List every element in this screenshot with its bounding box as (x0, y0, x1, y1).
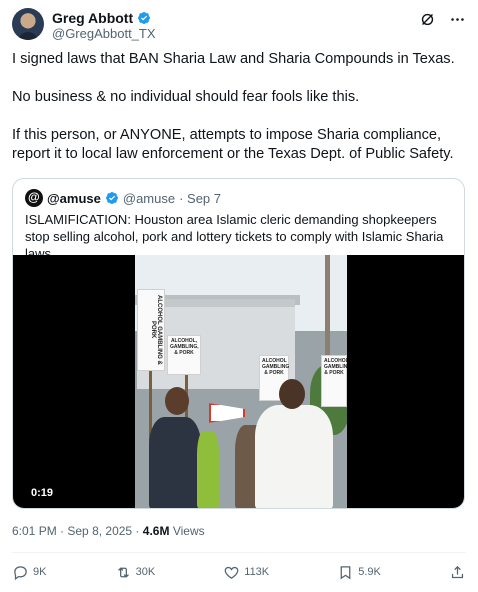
tweet-paragraph: If this person, or ANYONE, attempts to i… (12, 127, 454, 162)
reply-icon (14, 565, 27, 580)
like-count: 113K (244, 566, 270, 578)
video-timecode: 0:19 (31, 487, 54, 499)
author-name[interactable]: Greg Abbott (52, 10, 133, 26)
author-handle[interactable]: @GregAbbott_TX (52, 26, 156, 41)
views-label: Views (172, 524, 205, 538)
bookmark-icon (340, 565, 351, 579)
like-button[interactable]: 113K (223, 564, 269, 581)
video-frame: ALCOHOL GAMBLING & PORK ALCOHOL, GAMBLIN… (135, 255, 347, 508)
more-icon[interactable] (448, 10, 466, 28)
tweet-paragraph: No business & no individual should fear … (12, 89, 360, 105)
quote-date: · Sep 7 (179, 190, 222, 206)
protest-sign: ALCOHOL GAMBLING & PORK (137, 289, 165, 371)
verified-badge-icon (105, 192, 118, 204)
tweet-timestamp: 6:01 PM · Sep 8, 2025 · 4.6M Views (12, 524, 205, 538)
repost-count: 30K (135, 566, 156, 578)
quote-author-name: @amuse (47, 190, 101, 206)
tweet-text: I signed laws that BAN Sharia Law and Sh… (12, 50, 464, 183)
share-button[interactable] (449, 564, 466, 581)
author-avatar[interactable] (12, 8, 44, 40)
quote-avatar (25, 189, 43, 207)
repost-button[interactable]: 30K (115, 564, 156, 581)
reply-count: 9K (33, 566, 47, 578)
share-icon (451, 565, 464, 578)
divider (12, 552, 466, 553)
bookmark-button[interactable]: 5.9K (337, 564, 381, 581)
quote-author-handle: @amuse (122, 190, 176, 206)
tweet-paragraph: I signed laws that BAN Sharia Law and Sh… (12, 51, 455, 67)
video-player[interactable]: ALCOHOL GAMBLING & PORK ALCOHOL, GAMBLIN… (13, 255, 464, 508)
protest-sign: ALCOHOL, GAMBLING, & PORK (167, 335, 201, 375)
tweet-time[interactable]: 6:01 PM (12, 524, 57, 538)
action-bar: 9K 30K 113K 5.9K (12, 560, 466, 584)
protest-sign: ALCOHOL GAMBLING & PORK (321, 355, 347, 407)
grok-icon[interactable] (418, 10, 436, 28)
heart-icon (224, 566, 239, 579)
repost-icon (117, 566, 129, 578)
bookmark-count: 5.9K (358, 566, 381, 578)
tweet-date[interactable]: · Sep 8, 2025 · (60, 524, 139, 538)
view-count: 4.6M (142, 524, 170, 538)
verified-badge-icon (138, 12, 151, 24)
tweet-header: Greg Abbott @GregAbbott_TX (12, 8, 466, 44)
quoted-tweet[interactable]: @amuse @amuse · Sep 7 ISLAMIFICATION: Ho… (12, 178, 465, 509)
reply-button[interactable]: 9K (12, 564, 46, 581)
